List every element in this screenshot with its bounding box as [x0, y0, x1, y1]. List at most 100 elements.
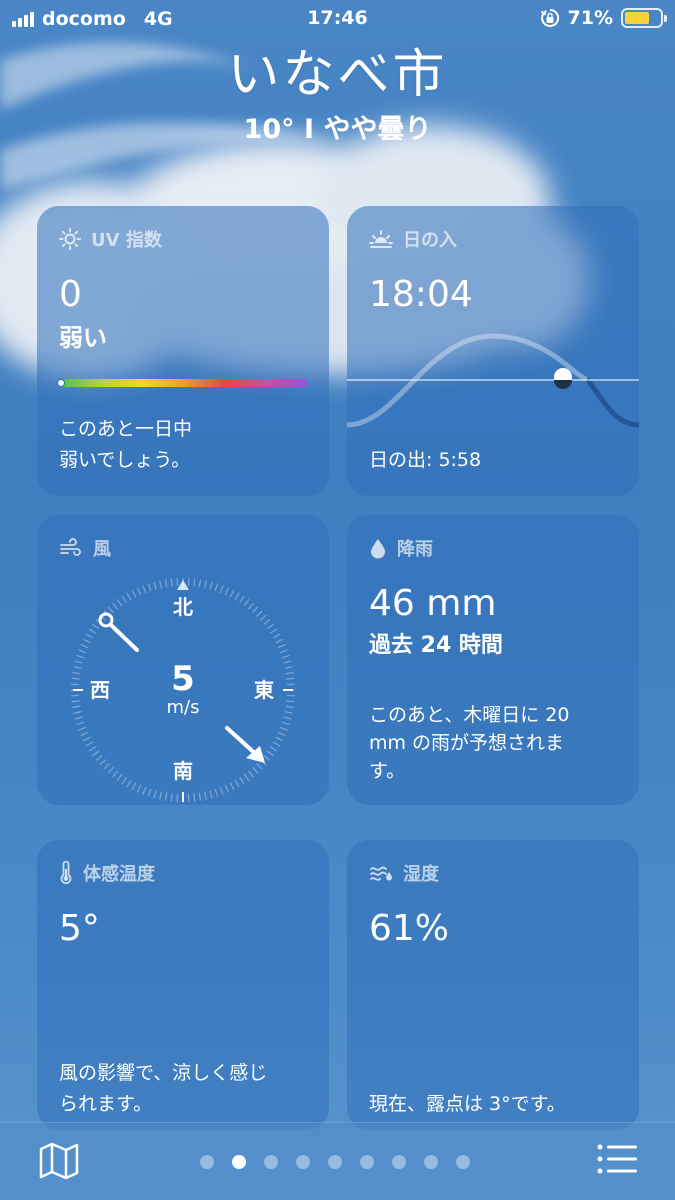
humidity-value: 61%: [369, 908, 450, 949]
compass-tick: [259, 614, 267, 621]
uv-scale-bar: [59, 379, 307, 387]
compass-tick: [285, 671, 294, 675]
feels-title-label: 体感温度: [83, 864, 155, 885]
page-dot[interactable]: [424, 1155, 438, 1169]
compass-tick: [85, 633, 94, 639]
compass-tick: [283, 660, 292, 664]
rain-desc-line: mm の雨が予想されま: [369, 732, 565, 754]
compass-tick: [243, 773, 250, 781]
rain-desc-line: このあと、木曜日に 20: [369, 704, 570, 726]
compass-tick: [229, 782, 235, 791]
humidity-icon: [370, 866, 392, 881]
humidity-card-title: 湿度: [369, 860, 439, 886]
compass-tick: [170, 578, 173, 587]
compass-tick: [285, 705, 294, 709]
thermometer-icon: [60, 861, 72, 885]
compass-east: 東: [254, 678, 274, 702]
compass-tick: [82, 638, 91, 644]
sun-path-graph: [347, 333, 639, 428]
feels-like-card[interactable]: 体感温度 5° 風の影響で、涼しく感じ られます。: [37, 840, 329, 1130]
compass-tick: [256, 610, 263, 617]
uv-desc-line: このあと一日中: [59, 418, 193, 440]
compass-tick: [247, 602, 254, 610]
compass-tick: [286, 700, 295, 703]
wind-compass: 北 南 東 西 5 m/s: [71, 578, 295, 802]
rain-card-title: 降雨: [369, 535, 433, 561]
location-header: いなべ市 10° I やや曇り: [0, 40, 675, 148]
compass-tick: [95, 754, 103, 761]
raindrop-icon: [371, 539, 385, 559]
compass-tick: [88, 628, 97, 634]
humidity-title-label: 湿度: [403, 864, 439, 885]
compass-tick: [126, 592, 132, 601]
status-bar: docomo 4G 17:46 71%: [0, 0, 675, 38]
compass-tick: [76, 721, 85, 726]
sunrise-label: 日の出: 5:58: [369, 449, 482, 471]
compass-tick: [170, 793, 173, 802]
compass-tick: [159, 791, 162, 800]
wind-icon: [60, 538, 81, 556]
map-icon[interactable]: [38, 1141, 80, 1181]
feels-desc-line: られます。: [59, 1093, 153, 1115]
compass-tick: [279, 649, 288, 654]
compass-tick: [147, 788, 152, 797]
compass-tick: [73, 666, 82, 669]
compass-tick: [266, 623, 274, 630]
page-dot[interactable]: [456, 1155, 470, 1169]
page-indicator[interactable]: [200, 1155, 470, 1169]
rain-title-label: 降雨: [397, 539, 433, 560]
wind-unit: m/s: [167, 697, 200, 718]
rainfall-card[interactable]: 降雨 46 mm 過去 24 時間 このあと、木曜日に 20 mm の雨が予想さ…: [347, 515, 639, 805]
page-dot[interactable]: [264, 1155, 278, 1169]
page-dot[interactable]: [328, 1155, 342, 1169]
compass-tick: [204, 580, 207, 589]
feels-description: 風の影響で、涼しく感じ られます。: [59, 1058, 313, 1120]
compass-tick: [269, 746, 278, 752]
uv-card[interactable]: UV 指数 0 弱い このあと一日中 弱いでしょう。: [37, 206, 329, 496]
compass-tick: [78, 649, 87, 654]
compass-west: 西: [90, 678, 110, 702]
compass-tick: [256, 763, 263, 770]
compass-tick: [272, 633, 281, 639]
sunset-card-title: 日の入: [369, 226, 457, 252]
wind-card-title: 風: [59, 535, 111, 561]
sunset-card[interactable]: 日の入 18:04 日の出: 5:58: [347, 206, 639, 496]
page-dot[interactable]: [360, 1155, 374, 1169]
compass-tick: [72, 671, 81, 675]
compass-tick: [247, 770, 254, 778]
compass-tick: [243, 599, 250, 607]
compass-tick: [76, 654, 85, 659]
compass-tick: [224, 784, 230, 793]
compass-tick: [164, 792, 168, 801]
page-dot-location[interactable]: [200, 1155, 214, 1169]
orientation-lock-icon: [540, 8, 559, 27]
compass-tick: [229, 589, 235, 598]
compass-tick: [153, 581, 157, 590]
compass-tick: [283, 716, 292, 720]
page-dot[interactable]: [392, 1155, 406, 1169]
compass-south: 南: [173, 759, 193, 783]
feels-card-title: 体感温度: [59, 860, 155, 886]
sun-icon: [59, 228, 81, 250]
wind-card[interactable]: 風 北 南 東 西 5 m/s: [37, 515, 329, 805]
compass-tick: [204, 791, 207, 800]
compass-tick: [99, 759, 107, 766]
list-icon[interactable]: [597, 1143, 637, 1175]
wind-title-label: 風: [93, 539, 111, 560]
compass-tick: [88, 746, 97, 752]
compass-tick: [71, 700, 80, 703]
compass-tick: [234, 779, 240, 788]
page-dot[interactable]: [296, 1155, 310, 1169]
compass-tick: [193, 793, 196, 802]
rain-desc-line: す。: [369, 760, 406, 782]
page-dot-active[interactable]: [232, 1155, 246, 1169]
compass-tick: [239, 776, 245, 785]
battery-icon: [621, 8, 667, 28]
compass-tick: [80, 731, 89, 737]
compass-tick: [82, 736, 91, 742]
compass-tick: [136, 784, 142, 793]
compass-tick: [277, 643, 286, 649]
compass-tick: [234, 592, 240, 601]
compass-tick: [107, 766, 114, 774]
humidity-card[interactable]: 湿度 61% 現在、露点は 3°です。: [347, 840, 639, 1130]
